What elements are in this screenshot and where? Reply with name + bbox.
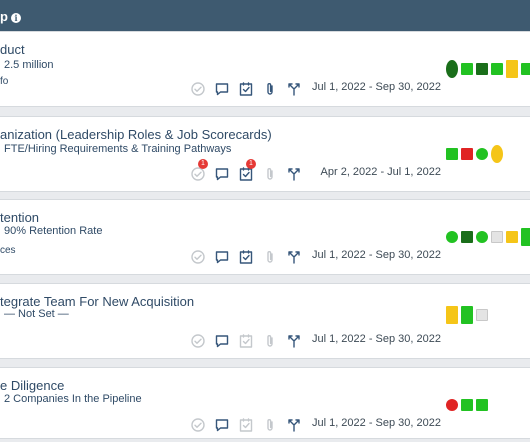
kpi-green-square[interactable] xyxy=(461,63,473,75)
page-header: p i xyxy=(0,0,530,32)
check-circle-icon[interactable] xyxy=(190,333,206,349)
goal-target: 2 Companies In the Pipeline xyxy=(4,393,142,405)
kpi-dark-green-square[interactable] xyxy=(476,63,488,75)
paperclip-icon[interactable] xyxy=(262,333,278,349)
comment-icon[interactable] xyxy=(214,249,230,265)
goal-target: — Not Set — xyxy=(4,308,69,320)
goal-card[interactable]: duct 2.5 million fo Jul 1, 2022 - Sep 30, 2… xyxy=(0,31,530,107)
kpi-dark-green-square[interactable] xyxy=(461,231,473,243)
comment-icon[interactable] xyxy=(214,166,230,182)
merge-icon[interactable] xyxy=(286,417,302,433)
goal-target: 2.5 million xyxy=(4,59,54,71)
check-circle-icon[interactable]: 1 xyxy=(190,159,208,182)
goal-card[interactable]: anization (Leadership Roles & Job Scorec… xyxy=(0,116,530,192)
kpi-yellow-rect[interactable] xyxy=(446,306,458,324)
info-icon[interactable]: i xyxy=(11,13,21,23)
kpi-green-circle[interactable] xyxy=(446,231,458,243)
kpi-green-square[interactable] xyxy=(521,63,530,75)
goal-card[interactable]: e Diligence 2 Companies In the Pipeline Ju… xyxy=(0,367,530,439)
checklist-icon[interactable] xyxy=(238,417,254,433)
kpi-green-square[interactable] xyxy=(446,148,458,160)
checklist-icon[interactable]: 1 xyxy=(238,159,256,182)
goal-card[interactable]: tention 90% Retention Rate ces Jul 1, 2022 … xyxy=(0,199,530,275)
notification-badge: 1 xyxy=(198,159,208,169)
check-circle-icon[interactable] xyxy=(190,81,206,97)
kpi-gray-square[interactable] xyxy=(476,309,488,321)
check-circle-icon[interactable] xyxy=(190,417,206,433)
date-range: Jul 1, 2022 - Sep 30, 2022 xyxy=(311,417,441,429)
paperclip-icon[interactable] xyxy=(262,417,278,433)
kpi-green-square[interactable] xyxy=(491,63,503,75)
date-range: Jul 1, 2022 - Sep 30, 2022 xyxy=(311,333,441,345)
goal-title[interactable]: anization (Leadership Roles & Job Scorec… xyxy=(0,127,272,142)
goal-title[interactable]: duct xyxy=(0,42,25,57)
date-range: Apr 2, 2022 - Jul 1, 2022 xyxy=(320,166,441,178)
notification-badge: 1 xyxy=(246,159,256,169)
kpi-red-square[interactable] xyxy=(461,148,473,160)
kpi-green-square[interactable] xyxy=(461,399,473,411)
date-range: Jul 1, 2022 - Sep 30, 2022 xyxy=(311,81,441,93)
kpi-yellow-ellipse[interactable] xyxy=(491,145,503,163)
paperclip-icon[interactable] xyxy=(262,249,278,265)
checklist-icon[interactable] xyxy=(238,81,254,97)
check-circle-icon[interactable] xyxy=(190,249,206,265)
merge-icon[interactable] xyxy=(286,249,302,265)
goal-target: FTE/Hiring Requirements & Training Pathw… xyxy=(4,143,232,155)
paperclip-icon[interactable] xyxy=(262,166,278,182)
comment-icon[interactable] xyxy=(214,333,230,349)
merge-icon[interactable] xyxy=(286,81,302,97)
goal-extra-text: ces xyxy=(0,245,16,256)
paperclip-icon[interactable] xyxy=(262,81,278,97)
kpi-dark-green-ellipse[interactable] xyxy=(446,60,458,78)
kpi-green-circle[interactable] xyxy=(476,148,488,160)
kpi-yellow-rect[interactable] xyxy=(506,60,518,78)
goal-title[interactable]: e Diligence xyxy=(0,378,64,393)
kpi-gray-square[interactable] xyxy=(491,231,503,243)
date-range: Jul 1, 2022 - Sep 30, 2022 xyxy=(311,249,441,261)
comment-icon[interactable] xyxy=(214,81,230,97)
merge-icon[interactable] xyxy=(286,333,302,349)
checklist-icon[interactable] xyxy=(238,249,254,265)
goal-title[interactable]: tention xyxy=(0,210,39,225)
goal-card[interactable]: tegrate Team For New Acquisition — Not Se… xyxy=(0,283,530,359)
checklist-icon[interactable] xyxy=(238,333,254,349)
merge-icon[interactable] xyxy=(286,166,302,182)
kpi-green-circle[interactable] xyxy=(476,231,488,243)
comment-icon[interactable] xyxy=(214,417,230,433)
goal-extra-text: fo xyxy=(0,76,9,87)
kpi-green-square[interactable] xyxy=(476,399,488,411)
page-title: p xyxy=(0,9,8,24)
kpi-red-circle[interactable] xyxy=(446,399,458,411)
kpi-green-rect[interactable] xyxy=(461,306,473,324)
goal-title[interactable]: tegrate Team For New Acquisition xyxy=(0,294,194,309)
goal-target: 90% Retention Rate xyxy=(4,225,103,237)
kpi-yellow-square[interactable] xyxy=(506,231,518,243)
kpi-green-rect[interactable] xyxy=(521,228,530,246)
